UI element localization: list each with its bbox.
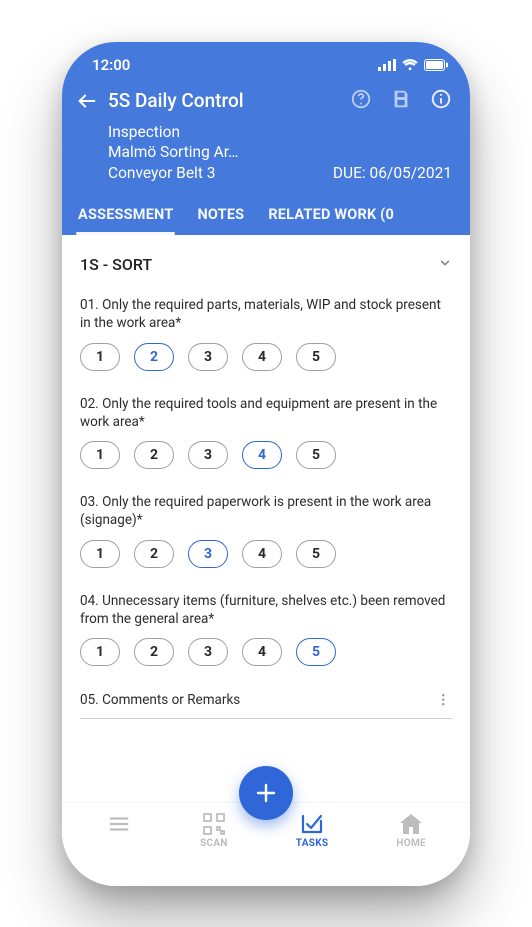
home-icon: [398, 813, 424, 835]
nav-home[interactable]: HOME: [396, 813, 426, 849]
rating-option-3[interactable]: 3: [188, 343, 228, 371]
rating-option-5[interactable]: 5: [296, 343, 336, 371]
notch: [181, 42, 351, 70]
more-button[interactable]: ⋮: [437, 692, 453, 708]
nav-home-label: HOME: [396, 838, 426, 849]
rating-option-4[interactable]: 4: [242, 343, 282, 371]
rating-option-2[interactable]: 2: [134, 441, 174, 469]
chevron-down-icon: [438, 255, 452, 274]
tab-notes[interactable]: NOTES: [195, 200, 246, 235]
plus-icon: [254, 781, 278, 805]
save-icon: [390, 88, 412, 110]
location-text: Malmö Sorting Ar…: [108, 142, 452, 163]
page-title: 5S Daily Control: [108, 89, 340, 112]
wifi-icon: [402, 59, 418, 71]
back-button[interactable]: [76, 90, 98, 112]
sub-header: Inspection Malmö Sorting Ar… Conveyor Be…: [62, 118, 470, 195]
section-header[interactable]: 1S - SORT: [78, 249, 454, 288]
divider: [80, 718, 452, 719]
nav-tasks-label: TASKS: [296, 838, 329, 849]
info-circle-icon: [430, 88, 452, 110]
rating-option-4[interactable]: 4: [242, 540, 282, 568]
rating-option-1[interactable]: 1: [80, 540, 120, 568]
app-header: 12:00 5S Daily Control: [62, 42, 470, 236]
question-block: 03. Only the required paperwork is prese…: [78, 485, 454, 583]
rating-option-3[interactable]: 3: [188, 540, 228, 568]
rating-option-5[interactable]: 5: [296, 638, 336, 666]
phone-frame: 12:00 5S Daily Control: [62, 42, 470, 886]
rating-option-2[interactable]: 2: [134, 638, 174, 666]
rating-option-3[interactable]: 3: [188, 638, 228, 666]
tab-bar: ASSESSMENT NOTES RELATED WORK (0: [62, 194, 470, 235]
rating-option-3[interactable]: 3: [188, 441, 228, 469]
question-text: 04. Unnecessary items (furniture, shelve…: [80, 592, 452, 628]
rating-row: 12345: [80, 343, 452, 371]
nav-menu[interactable]: [106, 813, 132, 838]
rating-option-4[interactable]: 4: [242, 638, 282, 666]
qr-icon: [201, 813, 227, 835]
signal-icon: [378, 59, 396, 71]
rating-row: 12345: [80, 441, 452, 469]
rating-option-1[interactable]: 1: [80, 638, 120, 666]
rating-option-1[interactable]: 1: [80, 343, 120, 371]
menu-icon: [106, 813, 132, 835]
save-button[interactable]: [390, 88, 412, 114]
section-title: 1S - SORT: [80, 255, 152, 274]
app-bar: 5S Daily Control: [62, 80, 470, 118]
question-text: 02. Only the required tools and equipmen…: [80, 395, 452, 431]
question-block: 02. Only the required tools and equipmen…: [78, 387, 454, 485]
fab-add-button[interactable]: [239, 766, 293, 820]
comments-row: 05. Comments or Remarks ⋮: [78, 682, 454, 712]
rating-option-2[interactable]: 2: [134, 540, 174, 568]
help-circle-icon: [350, 88, 372, 110]
tasks-icon: [299, 813, 325, 835]
work-type: Inspection: [108, 122, 452, 143]
rating-option-2[interactable]: 2: [134, 343, 174, 371]
rating-option-1[interactable]: 1: [80, 441, 120, 469]
battery-icon: [424, 59, 448, 71]
asset-text: Conveyor Belt 3: [108, 163, 215, 184]
status-time: 12:00: [92, 56, 130, 74]
question-text: 03. Only the required paperwork is prese…: [80, 493, 452, 529]
nav-scan[interactable]: SCAN: [200, 813, 228, 849]
due-text: DUE: 06/05/2021: [333, 163, 452, 184]
rating-row: 12345: [80, 638, 452, 666]
tab-assessment[interactable]: ASSESSMENT: [76, 200, 175, 235]
rating-option-5[interactable]: 5: [296, 441, 336, 469]
rating-option-5[interactable]: 5: [296, 540, 336, 568]
rating-row: 12345: [80, 540, 452, 568]
question-block: 01. Only the required parts, materials, …: [78, 288, 454, 386]
question-block: 04. Unnecessary items (furniture, shelve…: [78, 584, 454, 682]
nav-tasks[interactable]: TASKS: [296, 813, 329, 849]
help-button[interactable]: [350, 88, 372, 114]
arrow-left-icon: [76, 90, 98, 112]
info-button[interactable]: [430, 88, 452, 114]
tab-related-work[interactable]: RELATED WORK (0: [266, 200, 396, 235]
nav-scan-label: SCAN: [200, 838, 228, 849]
status-icons: [378, 59, 448, 71]
question-text: 01. Only the required parts, materials, …: [80, 296, 452, 332]
rating-option-4[interactable]: 4: [242, 441, 282, 469]
comments-label: 05. Comments or Remarks: [80, 692, 240, 708]
